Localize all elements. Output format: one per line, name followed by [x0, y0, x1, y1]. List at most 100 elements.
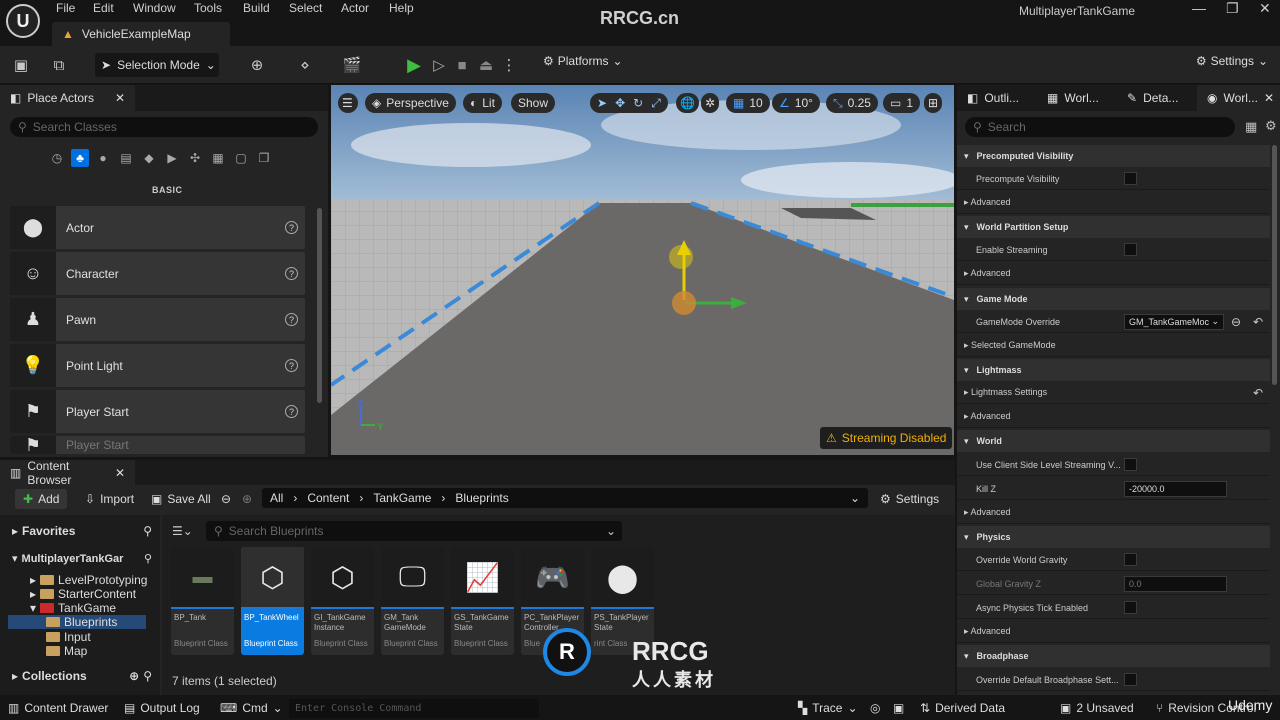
visual-effects-icon[interactable]: ◆ — [140, 149, 158, 167]
section-physics[interactable]: ▾ Physics — [957, 526, 1270, 548]
world-space-icon[interactable]: 🌐 — [676, 93, 699, 113]
breadcrumb-tankgame[interactable]: TankGame — [373, 491, 431, 505]
details-search-input[interactable]: ⚲ Search — [965, 117, 1235, 137]
derived-data-button[interactable]: ⇅ Derived Data — [920, 701, 1005, 715]
cinematics-icon[interactable]: 🎬 — [341, 54, 363, 76]
geometry-icon[interactable]: ▶ — [163, 149, 181, 167]
cinematic-icon[interactable]: ▤ — [117, 149, 135, 167]
blueprint-icon[interactable]: ⋄ — [294, 54, 316, 76]
folder-map[interactable]: Map — [46, 644, 87, 658]
viewport-menu-icon[interactable]: ☰ — [338, 93, 358, 113]
actor-item-point-light[interactable]: 💡 Point Light ? — [10, 344, 305, 387]
override-gravity-checkbox[interactable] — [1124, 553, 1137, 566]
settings-dropdown[interactable]: ⚙ Settings ⌄ — [1196, 54, 1268, 68]
menu-edit[interactable]: Edit — [93, 1, 114, 15]
platforms-dropdown[interactable]: ⚙ Platforms ⌄ — [543, 54, 623, 68]
close-icon[interactable]: ✕ — [115, 466, 125, 480]
actor-item-pawn[interactable]: ♟ Pawn ? — [10, 298, 305, 341]
prop-lightmass-settings[interactable]: ▸ Lightmass Settings ↶ — [957, 382, 1270, 404]
forward-icon[interactable]: ⊕ — [242, 490, 252, 508]
menu-tools[interactable]: Tools — [194, 1, 222, 15]
unsaved-button[interactable]: ▣ 2 Unsaved — [1060, 701, 1134, 715]
chevron-down-icon[interactable]: ⌄ — [850, 491, 860, 505]
unreal-logo-icon[interactable]: U — [6, 4, 40, 38]
prop-selected-gamemode[interactable]: ▸ Selected GameMode — [957, 335, 1270, 357]
add-collection-icon[interactable]: ⊕ — [129, 669, 139, 683]
actor-item-partial[interactable]: ⚑ Player Start — [10, 436, 305, 454]
prop-advanced[interactable]: ▸ Advanced — [957, 502, 1270, 524]
back-icon[interactable]: ⊖ — [221, 490, 231, 508]
prop-advanced[interactable]: ▸ Advanced — [957, 192, 1270, 214]
close-icon[interactable]: ✕ — [115, 91, 125, 105]
search-classes-input[interactable]: ⚲ Search Classes — [10, 117, 318, 137]
grid-snap-button[interactable]: ▦ 10 — [726, 93, 770, 113]
breadcrumb-content[interactable]: Content — [307, 491, 349, 505]
folder-startercontent[interactable]: ▸ StarterContent — [30, 587, 136, 601]
rotation-snap-button[interactable]: ∠ 10° — [772, 93, 820, 113]
save-all-button[interactable]: ▣ Save All — [151, 490, 211, 508]
details-scrollbar[interactable] — [1272, 145, 1277, 385]
eject-icon[interactable]: ⏏ — [475, 54, 497, 76]
asset-bp-tank[interactable]: ▬ BP_Tank Blueprint Class — [171, 547, 234, 655]
prop-advanced[interactable]: ▸ Advanced — [957, 406, 1270, 428]
actor-item-actor[interactable]: ⬤ Actor ? — [10, 206, 305, 249]
section-world-partition[interactable]: ▾ World Partition Setup — [957, 216, 1270, 238]
recent-icon[interactable]: ◷ — [48, 149, 66, 167]
layout-icon[interactable]: ⊞ — [924, 93, 943, 113]
maximize-icon[interactable]: ❐ — [1226, 0, 1239, 17]
menu-window[interactable]: Window — [133, 1, 176, 15]
menu-help[interactable]: Help — [389, 1, 414, 15]
add-button[interactable]: ✚ Add — [15, 489, 68, 509]
section-lightmass[interactable]: ▾ Lightmass — [957, 359, 1270, 381]
collections-header[interactable]: ▸ Collections ⊕ ⚲ — [12, 669, 152, 683]
folder-input[interactable]: Input — [46, 630, 91, 644]
cmd-dropdown[interactable]: ⌨ Cmd ⌄ — [220, 701, 283, 715]
surface-snap-icon[interactable]: ✲ — [701, 93, 720, 113]
camera-speed-button[interactable]: ▭ 1 — [883, 93, 921, 113]
gear-icon[interactable]: ⚙ — [1265, 118, 1277, 134]
breadcrumb-all[interactable]: All — [270, 491, 283, 505]
tab-world-partition[interactable]: ▦ Worl... — [1037, 85, 1117, 111]
output-log-button[interactable]: ▤ Output Log — [124, 701, 200, 715]
stop-icon[interactable]: ■ — [451, 54, 473, 76]
scale-snap-button[interactable]: ⤡ 0.25 — [826, 93, 878, 113]
kill-z-input[interactable]: -20000.0 — [1124, 480, 1227, 497]
folder-blueprints[interactable]: Blueprints — [8, 615, 146, 629]
console-command-input[interactable]: Enter Console Command — [289, 699, 539, 718]
search-icon[interactable]: ⚲ — [144, 552, 152, 565]
filter-icon[interactable]: ☰⌄ — [172, 524, 193, 538]
all-classes-icon[interactable]: ▦ — [209, 149, 227, 167]
section-world[interactable]: ▾ World — [957, 430, 1270, 452]
place-actors-scrollbar[interactable] — [317, 208, 322, 403]
gizmo-center[interactable] — [672, 291, 696, 315]
project-root-header[interactable]: ▾ MultiplayerTankGar ⚲ — [12, 552, 152, 566]
move-tool-icon[interactable]: ✥ — [615, 96, 625, 110]
gamemode-override-dropdown[interactable]: GM_TankGameMoc ⌄ — [1124, 313, 1224, 330]
menu-select[interactable]: Select — [289, 1, 322, 15]
search-icon[interactable]: ⚲ — [143, 524, 152, 538]
reset-icon[interactable]: ↶ — [1253, 315, 1263, 329]
tab-content-browser[interactable]: ▥ Content Browser ✕ — [0, 459, 135, 487]
help-icon[interactable]: ? — [285, 221, 298, 234]
gizmo-handle[interactable] — [669, 245, 693, 269]
basic-shapes-icon[interactable]: ♣ — [71, 149, 89, 167]
enable-streaming-checkbox[interactable] — [1124, 243, 1137, 256]
tab-place-actors[interactable]: ◧ Place Actors ✕ — [0, 85, 135, 111]
scale-tool-icon[interactable]: ⤢ — [651, 96, 661, 111]
minimize-icon[interactable]: — — [1192, 0, 1206, 16]
asset-bp-tankwheel[interactable]: ⬡ BP_TankWheel Blueprint Class — [241, 547, 304, 655]
precompute-visibility-checkbox[interactable] — [1124, 172, 1137, 185]
help-icon[interactable]: ? — [285, 405, 298, 418]
browse-asset-icon[interactable]: ⊖ — [1231, 315, 1241, 329]
async-physics-checkbox[interactable] — [1124, 601, 1137, 614]
trace-dropdown[interactable]: ▚ Trace ⌄ — [798, 701, 858, 715]
favorites-header[interactable]: ▸ Favorites ⚲ — [12, 524, 152, 538]
tab-world-settings[interactable]: ◉ Worl... ✕ — [1197, 85, 1280, 111]
asset-gi-tankgame-instance[interactable]: ⬡ GI_TankGame Instance Blueprint Class — [311, 547, 374, 655]
folder-tankgame[interactable]: ▾ TankGame — [30, 601, 116, 615]
record-icon[interactable]: ◎ — [870, 701, 880, 715]
search-blueprints-input[interactable]: ⚲ Search Blueprints ⌄ — [206, 521, 622, 541]
content-drawer-button[interactable]: ▥ Content Drawer — [8, 701, 108, 715]
tab-outliner[interactable]: ◧ Outli... — [957, 85, 1037, 111]
more-options-icon[interactable]: ⋮ — [498, 54, 520, 76]
